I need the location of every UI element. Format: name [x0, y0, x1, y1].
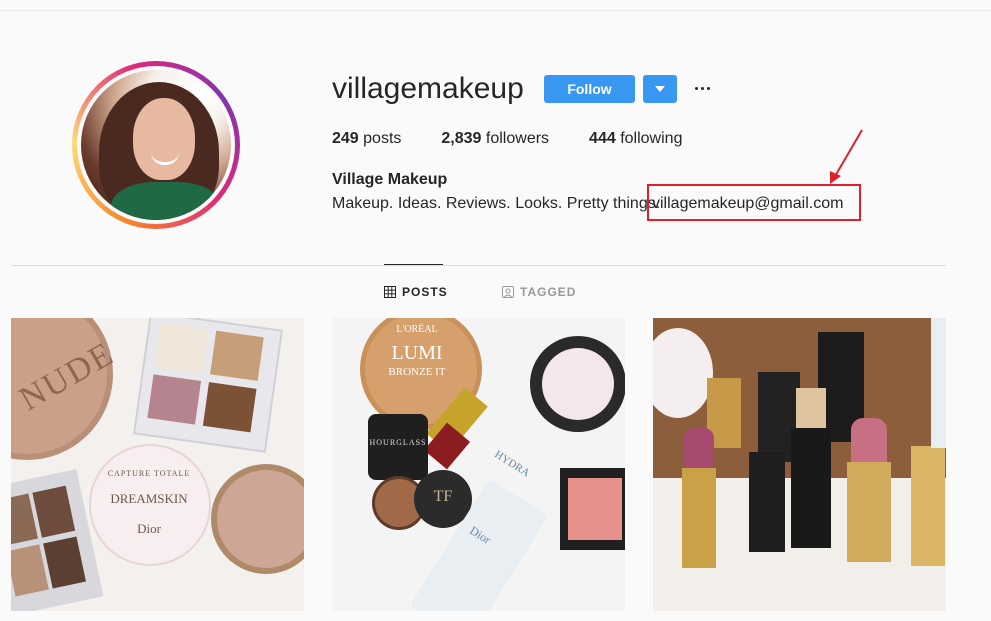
post-text-hydra: HYDRA	[492, 448, 532, 480]
post-text-hourglass: HOURGLASS	[369, 438, 427, 447]
gold-tube	[911, 446, 945, 566]
following-stat[interactable]: 444 following	[589, 130, 682, 148]
top-divider	[0, 10, 991, 11]
post-text-dior: Dior	[137, 521, 161, 536]
profile-stats: 249 posts 2,839 followers 444 following	[332, 130, 722, 148]
following-count: 444	[589, 130, 616, 147]
blush-compact	[560, 468, 625, 550]
tab-posts[interactable]: POSTS	[384, 285, 448, 299]
chevron-down-icon	[655, 86, 665, 92]
following-label: following	[620, 130, 683, 147]
post-text-lumi: LUMI	[391, 342, 443, 364]
tab-tagged[interactable]: TAGGED	[502, 285, 576, 299]
username: villagemakeup	[332, 72, 524, 105]
post-text-tf: TF	[433, 488, 453, 505]
followers-count: 2,839	[441, 130, 482, 147]
post-text-capture-totale: CAPTURE TOTALE	[107, 469, 191, 478]
lipstick-tube-right	[847, 462, 891, 562]
full-name: Village Makeup	[332, 171, 448, 188]
posts-label: posts	[363, 130, 402, 147]
annotation-arrow-icon	[830, 129, 863, 184]
tab-tagged-label: TAGGED	[520, 285, 577, 299]
post-text-loreal: L'ORÉAL	[396, 324, 438, 335]
highlighter-case	[530, 336, 625, 432]
follow-button[interactable]: Follow	[544, 75, 635, 103]
active-tab-indicator	[384, 264, 443, 265]
lipstick-bullet	[684, 428, 714, 468]
more-options-button[interactable]	[692, 76, 712, 100]
eyeshadow-palette	[133, 318, 283, 453]
posts-count: 249	[332, 130, 359, 147]
post-thumbnail[interactable]: L'ORÉAL LUMI BRONZE IT HOURGLASS TF HYDR…	[332, 318, 625, 611]
stick-foundation-top	[796, 388, 826, 428]
tabs-divider	[11, 265, 946, 266]
post-text-dreamskin: DREAMSKIN	[110, 491, 188, 506]
suggestions-dropdown-button[interactable]	[643, 75, 677, 103]
lipstick-tube-left	[682, 468, 716, 568]
avatar-photo	[81, 70, 231, 220]
black-tube	[749, 452, 785, 552]
grid-icon	[384, 286, 396, 298]
post-thumbnail[interactable]: NUDE CAPTURE TOTALE DREAMSKIN Dior	[11, 318, 304, 611]
profile-avatar[interactable]	[72, 61, 240, 229]
post-text-bronze-it: BRONZE IT	[388, 366, 446, 378]
stick-foundation	[791, 428, 831, 548]
tagged-icon	[502, 286, 514, 298]
bio-text: Makeup. Ideas. Reviews. Looks. Pretty th…	[332, 195, 661, 212]
followers-stat[interactable]: 2,839 followers	[441, 130, 549, 148]
hourglass-compact	[368, 414, 428, 480]
annotation-highlight-box	[647, 184, 861, 221]
white-bottle	[931, 318, 946, 448]
followers-label: followers	[485, 130, 550, 147]
ellipsis-icon	[694, 86, 698, 90]
lipstick-bullet-right	[851, 418, 887, 462]
posts-stat: 249 posts	[332, 130, 401, 148]
avatar-border	[77, 66, 235, 224]
highlighter-compact	[211, 464, 304, 574]
post-thumbnail[interactable]	[653, 318, 946, 611]
tab-posts-label: POSTS	[402, 285, 448, 299]
contour-palette	[11, 469, 104, 611]
